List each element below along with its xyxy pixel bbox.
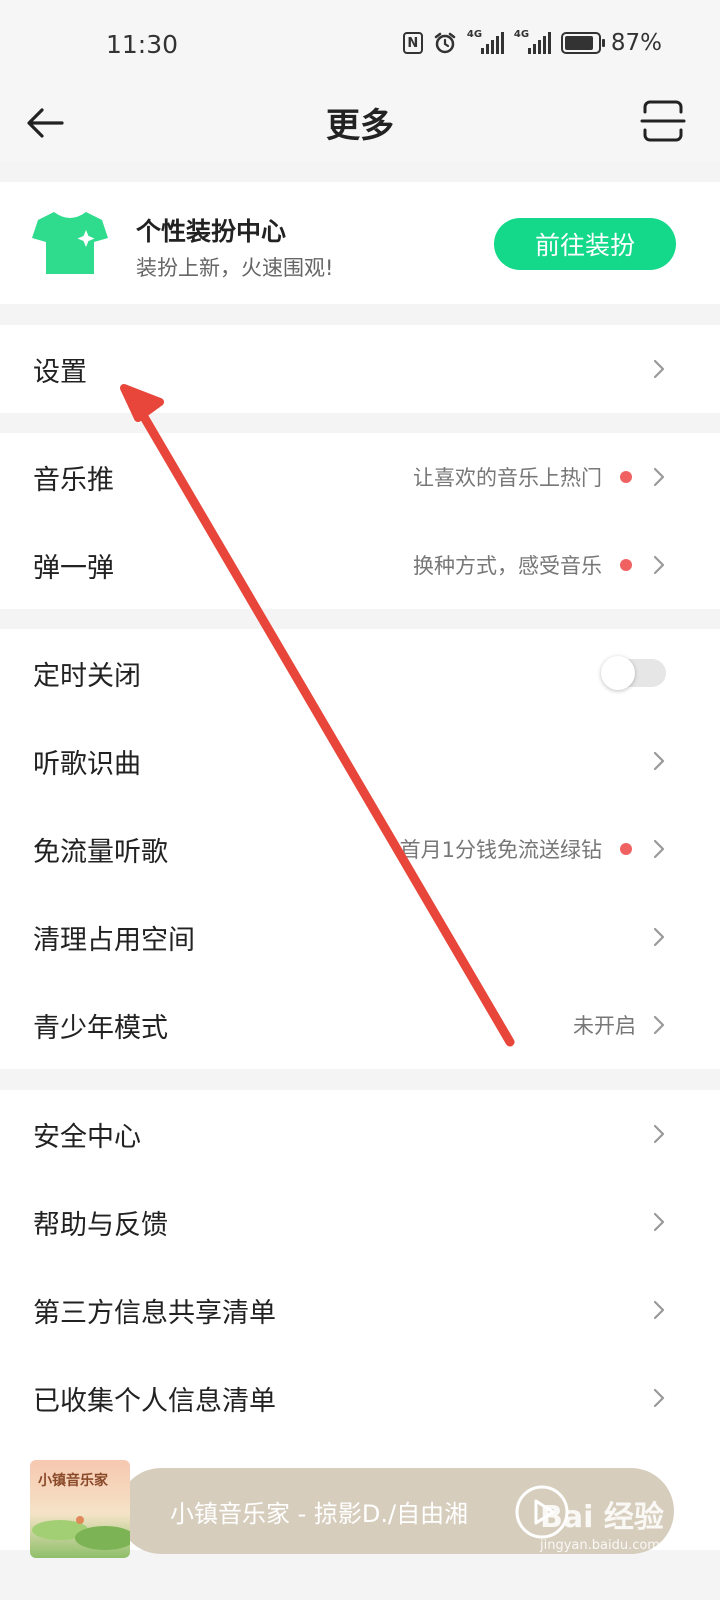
skin-center-subtitle: 装扮上新，火速围观! xyxy=(136,256,334,280)
menu-item-hint: 让喜欢的音乐上热门 xyxy=(413,466,602,490)
status-time: 11:30 xyxy=(106,30,179,59)
red-dot-badge xyxy=(620,471,632,483)
chevron-right-icon xyxy=(653,1300,665,1320)
menu-item-label: 帮助与反馈 xyxy=(33,1209,168,1241)
menu-item-label: 安全中心 xyxy=(33,1121,141,1153)
menu-item-bounce[interactable]: 弹一弹 换种方式，感受音乐 xyxy=(0,521,720,609)
menu-item-clear-storage[interactable]: 清理占用空间 xyxy=(0,893,720,981)
red-dot-badge xyxy=(620,559,632,571)
signal-icon-2: 4G xyxy=(513,29,551,54)
nfc-icon: N xyxy=(402,32,423,54)
chevron-right-icon xyxy=(653,467,665,487)
red-dot-badge xyxy=(620,843,632,855)
network-type-label: 4G xyxy=(466,29,483,40)
player-song-title: 小镇音乐家 - 掠影D./自由湘 xyxy=(170,1500,469,1528)
album-title: 小镇音乐家 xyxy=(38,1473,108,1489)
watermark: Bai 经验 jingyan.baidu.com xyxy=(540,1492,664,1553)
watermark-url: jingyan.baidu.com xyxy=(540,1538,660,1553)
album-cover[interactable]: 小镇音乐家 xyxy=(30,1460,130,1558)
menu-item-hint: 换种方式，感受音乐 xyxy=(413,554,602,578)
go-dress-up-button[interactable]: 前往装扮 xyxy=(494,218,676,270)
menu-item-music-promote[interactable]: 音乐推 让喜欢的音乐上热门 xyxy=(0,433,720,521)
menu-item-sleep-timer: 定时关闭 xyxy=(0,629,720,717)
tshirt-icon xyxy=(32,212,108,274)
sleep-timer-toggle[interactable] xyxy=(601,656,666,690)
chevron-right-icon xyxy=(653,839,665,859)
chevron-right-icon xyxy=(653,1212,665,1232)
menu-item-label: 定时关闭 xyxy=(33,660,141,692)
battery-fill xyxy=(564,36,593,50)
menu-item-label: 音乐推 xyxy=(33,464,114,496)
chevron-right-icon xyxy=(653,1015,665,1035)
scan-icon[interactable] xyxy=(640,98,686,144)
chevron-right-icon xyxy=(653,359,665,379)
menu-item-security-center[interactable]: 安全中心 xyxy=(0,1090,720,1178)
menu-item-label: 青少年模式 xyxy=(33,1012,168,1044)
page-title: 更多 xyxy=(326,106,394,146)
menu-item-hint: 首月1分钱免流送绿钻 xyxy=(399,838,602,862)
top-bar: 更多 xyxy=(0,90,720,162)
menu-item-label: 设置 xyxy=(33,356,87,388)
menu-item-third-party-list[interactable]: 第三方信息共享清单 xyxy=(0,1266,720,1354)
menu-item-label: 清理占用空间 xyxy=(33,924,195,956)
menu-item-label: 弹一弹 xyxy=(33,552,114,584)
menu-group-tools: 定时关闭 听歌识曲 免流量听歌 首月1分钱免流送绿钻 清理占用空间 青少年模式 … xyxy=(0,629,720,1069)
alarm-icon xyxy=(434,32,456,54)
status-icons: N 4G 4G 87% xyxy=(402,29,662,56)
menu-item-label: 听歌识曲 xyxy=(33,748,141,780)
chevron-right-icon xyxy=(653,1124,665,1144)
watermark-logo: Bai 经验 xyxy=(540,1500,664,1535)
menu-item-hint: 未开启 xyxy=(573,1014,636,1038)
battery-icon xyxy=(560,32,605,54)
menu-item-personal-info-list[interactable]: 已收集个人信息清单 xyxy=(0,1354,720,1442)
chevron-right-icon xyxy=(653,555,665,575)
chevron-right-icon xyxy=(653,927,665,947)
menu-group-features: 音乐推 让喜欢的音乐上热门 弹一弹 换种方式，感受音乐 xyxy=(0,433,720,609)
battery-text: 87% xyxy=(610,30,662,56)
menu-item-teen-mode[interactable]: 青少年模式 未开启 xyxy=(0,981,720,1069)
menu-item-settings[interactable]: 设置 xyxy=(0,325,720,413)
menu-item-data-free[interactable]: 免流量听歌 首月1分钱免流送绿钻 xyxy=(0,805,720,893)
chevron-right-icon xyxy=(653,1388,665,1408)
skin-center-title: 个性装扮中心 xyxy=(136,217,287,246)
menu-item-label: 已收集个人信息清单 xyxy=(33,1385,276,1417)
signal-icon: 4G xyxy=(466,29,504,54)
toggle-knob xyxy=(601,656,635,690)
network-type-label-2: 4G xyxy=(513,29,530,40)
status-bar: 11:30 N 4G 4G 87% xyxy=(0,0,720,90)
chevron-right-icon xyxy=(653,751,665,771)
skin-center-card[interactable]: 个性装扮中心 装扮上新，火速围观! 前往装扮 xyxy=(0,182,720,304)
settings-card: 设置 xyxy=(0,325,720,413)
menu-item-help-feedback[interactable]: 帮助与反馈 xyxy=(0,1178,720,1266)
menu-item-song-recognition[interactable]: 听歌识曲 xyxy=(0,717,720,805)
menu-item-label: 免流量听歌 xyxy=(33,836,168,868)
menu-item-label: 第三方信息共享清单 xyxy=(33,1297,276,1329)
